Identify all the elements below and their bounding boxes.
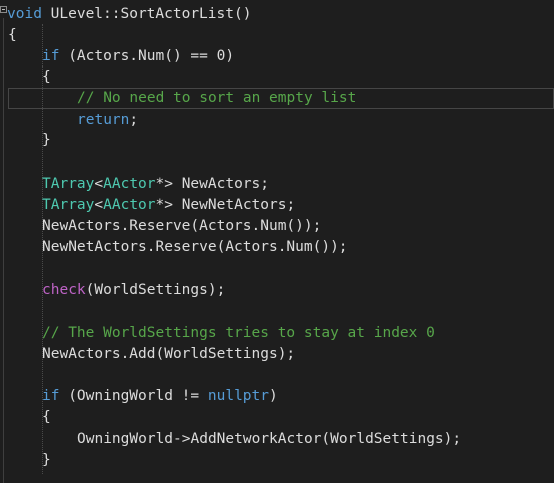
declaration-rest: *> NewNetActors; xyxy=(155,197,296,213)
declaration-rest: *> NewActors; xyxy=(155,176,270,192)
code-line-6[interactable]: return; xyxy=(77,110,138,131)
statement: OwningWorld->AddNetworkActor(WorldSettin… xyxy=(77,431,462,447)
close-brace: } xyxy=(42,132,51,148)
code-line-19[interactable]: if (OwningWorld != nullptr) xyxy=(42,386,278,407)
close-brace: } xyxy=(42,452,51,468)
code-line-12[interactable]: NewNetActors.Reserve(Actors.Num()); xyxy=(42,237,348,258)
code-line-9[interactable]: TArray<AActor*> NewActors; xyxy=(42,174,269,195)
angle-bracket: < xyxy=(94,197,104,213)
comment: // No need to sort an empty list xyxy=(77,90,357,106)
if-condition: (OwningWorld != xyxy=(59,388,208,404)
comment: // The WorldSettings tries to stay at in… xyxy=(42,325,435,341)
open-brace: { xyxy=(8,27,17,43)
code-line-14[interactable]: check(WorldSettings); xyxy=(42,280,225,301)
close-paren: ) xyxy=(268,388,278,404)
code-line-11[interactable]: NewActors.Reserve(Actors.Num()); xyxy=(42,216,321,237)
code-line-22[interactable]: } xyxy=(42,450,51,471)
code-line-16[interactable]: // The WorldSettings tries to stay at in… xyxy=(42,323,435,344)
code-line-17[interactable]: NewActors.Add(WorldSettings); xyxy=(42,344,295,365)
code-editor[interactable]: void ULevel::SortActorList() { if (Actor… xyxy=(0,0,554,483)
code-line-4[interactable]: { xyxy=(42,67,51,88)
macro-args: (WorldSettings); xyxy=(85,282,226,298)
angle-bracket: < xyxy=(94,176,104,192)
type-tarray: TArray xyxy=(42,197,95,213)
semicolon: ; xyxy=(129,112,139,128)
fold-gutter-line xyxy=(3,18,4,483)
keyword-void: void xyxy=(7,6,42,22)
statement: NewNetActors.Reserve(Actors.Num()); xyxy=(42,239,348,255)
if-condition: (Actors.Num() == xyxy=(59,48,217,64)
keyword-return: return xyxy=(77,112,130,128)
keyword-if: if xyxy=(42,388,60,404)
collapse-icon[interactable] xyxy=(0,6,7,13)
code-line-21[interactable]: OwningWorld->AddNetworkActor(WorldSettin… xyxy=(77,429,461,450)
type-tarray: TArray xyxy=(42,176,95,192)
statement: NewActors.Add(WorldSettings); xyxy=(42,346,296,362)
keyword-if: if xyxy=(42,48,60,64)
code-line-3[interactable]: if (Actors.Num() == 0) xyxy=(42,46,234,67)
code-line-7[interactable]: } xyxy=(42,130,51,151)
code-line-20[interactable]: { xyxy=(42,407,51,428)
code-line-1[interactable]: void ULevel::SortActorList() xyxy=(7,4,251,25)
code-line-10[interactable]: TArray<AActor*> NewNetActors; xyxy=(42,195,295,216)
keyword-nullptr: nullptr xyxy=(207,388,269,404)
code-line-5[interactable]: // No need to sort an empty list xyxy=(77,88,356,109)
macro-check: check xyxy=(42,282,86,298)
type-aactor: AActor xyxy=(103,197,156,213)
close-paren: ) xyxy=(225,48,235,64)
function-signature: ULevel::SortActorList() xyxy=(41,6,252,22)
statement: NewActors.Reserve(Actors.Num()); xyxy=(42,218,322,234)
open-brace: { xyxy=(42,409,51,425)
type-aactor: AActor xyxy=(103,176,156,192)
open-brace: { xyxy=(42,69,51,85)
code-line-2[interactable]: { xyxy=(8,25,17,46)
